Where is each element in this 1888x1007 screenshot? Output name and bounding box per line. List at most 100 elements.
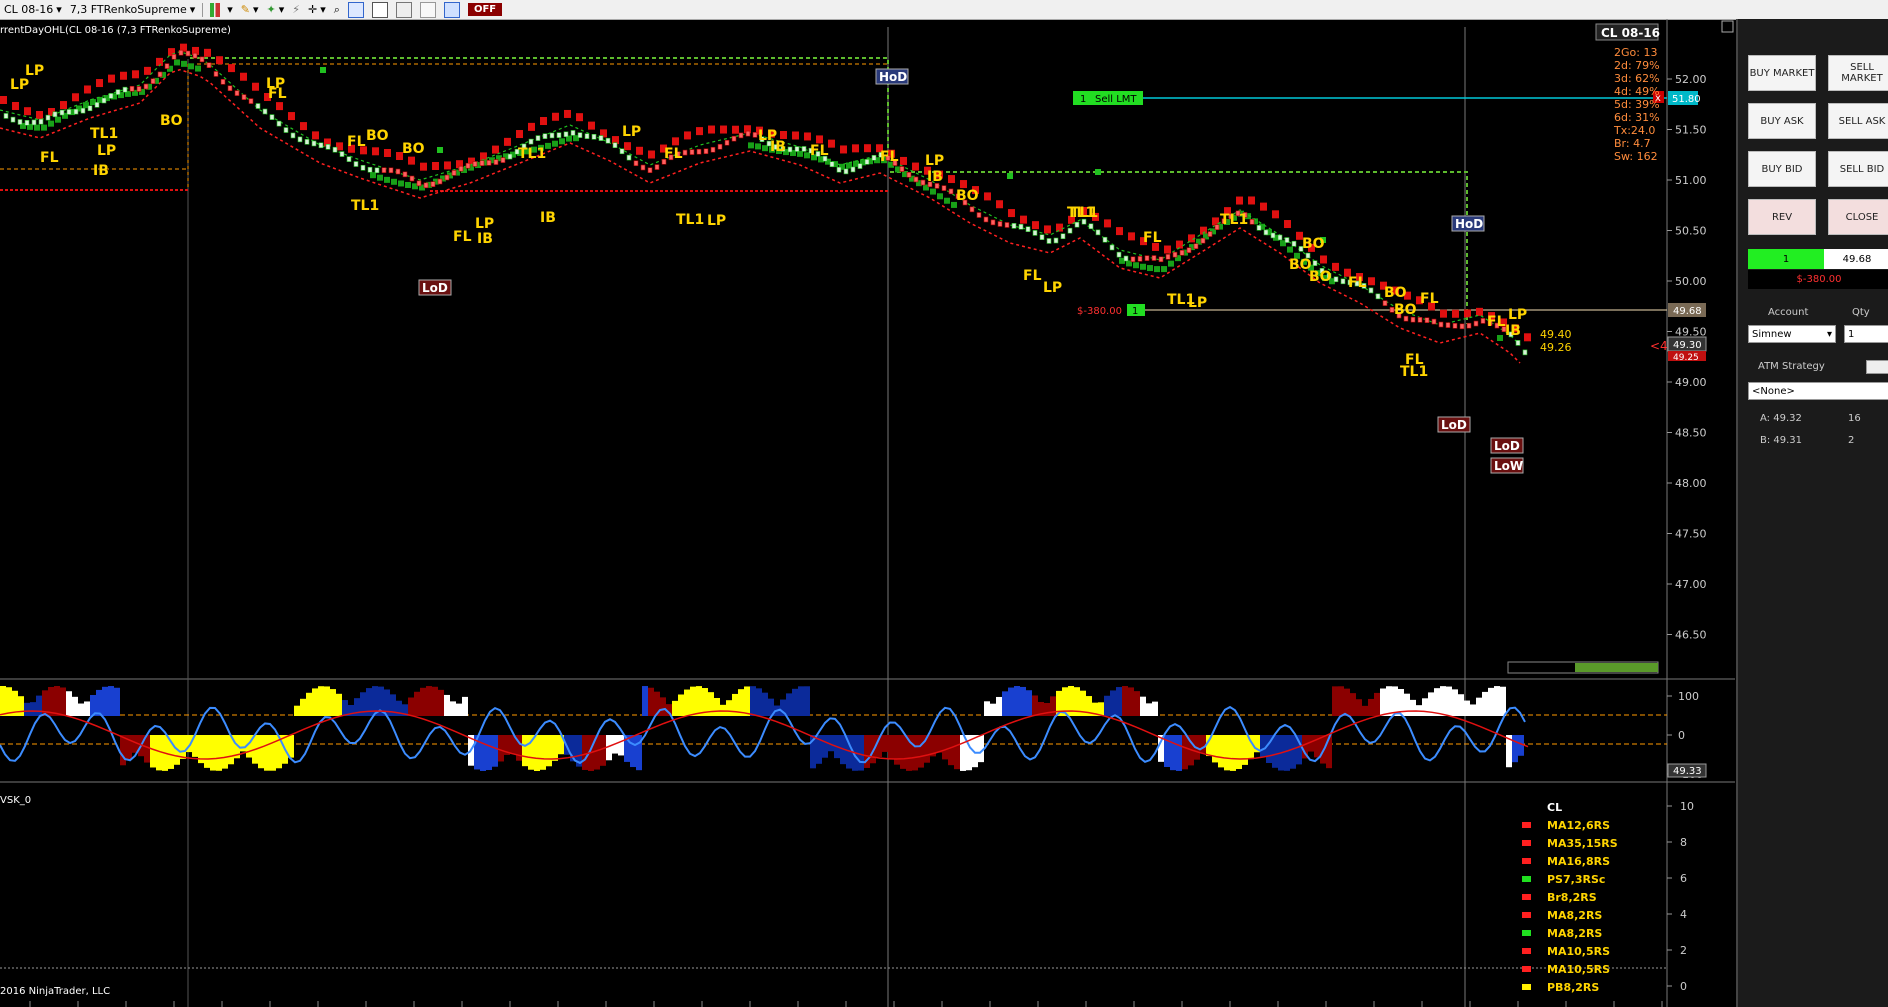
legend-swatch xyxy=(1522,894,1531,900)
copy-button[interactable] xyxy=(416,0,440,19)
osc-bar xyxy=(1494,686,1500,716)
indicator-button[interactable]: ✦ ▾ xyxy=(263,0,289,19)
osc-bar xyxy=(1140,696,1146,716)
osc-bar xyxy=(114,687,120,716)
osc-bar xyxy=(1116,687,1122,716)
ribbon-segment xyxy=(1464,309,1471,318)
ribbon-segment xyxy=(948,175,955,184)
osc-bar xyxy=(306,692,312,716)
ribbon-segment xyxy=(1116,227,1123,236)
strategy-button[interactable]: ⚡ xyxy=(288,0,304,19)
renko-brick xyxy=(1522,349,1528,356)
signal-label: BO xyxy=(160,113,183,129)
fullscreen-icon[interactable] xyxy=(1721,20,1734,33)
renko-brick xyxy=(836,166,842,173)
osc-bar xyxy=(540,735,546,770)
osc-bar xyxy=(1002,691,1008,716)
data-box-button[interactable] xyxy=(368,0,392,19)
global-simulation-toggle[interactable]: OFF xyxy=(464,0,506,19)
renko-brick xyxy=(458,165,464,172)
template-button[interactable] xyxy=(392,0,416,19)
osc-bar xyxy=(78,703,84,716)
ribbon-segment xyxy=(228,64,235,73)
qty-stepper[interactable]: 1 xyxy=(1844,325,1888,343)
renko-brick xyxy=(94,102,100,108)
renko-brick xyxy=(1074,221,1080,228)
osc-bar xyxy=(204,735,210,768)
osc-bar xyxy=(498,735,504,762)
buy-ask-button[interactable]: BUY ASK xyxy=(1748,103,1816,139)
off-badge: OFF xyxy=(467,3,503,16)
order-entry-toggle[interactable] xyxy=(440,0,464,19)
renko-brick xyxy=(1438,321,1444,328)
low-marker: LoW xyxy=(1490,457,1524,474)
renko-brick xyxy=(1109,244,1115,251)
legend-swatch xyxy=(1522,840,1531,846)
renko-brick xyxy=(353,161,359,167)
ribbon-segment xyxy=(1133,262,1139,269)
signal-label: FL xyxy=(810,143,829,159)
instrument-selector[interactable]: CL 08-16 ▾ xyxy=(0,0,66,19)
renko-brick xyxy=(59,109,65,116)
osc-tick-label: 0 xyxy=(1678,729,1685,742)
osc-bar xyxy=(1044,702,1050,716)
buy-bid-button[interactable]: BUY BID xyxy=(1748,151,1816,187)
sell-bid-button[interactable]: SELL BID xyxy=(1828,151,1888,187)
instrument-badge-text: CL 08-16 xyxy=(1601,26,1660,40)
hod-marker: HoD xyxy=(875,68,909,85)
ribbon-segment xyxy=(732,125,739,134)
reverse-button[interactable]: REV xyxy=(1748,199,1816,235)
osc-bar xyxy=(1218,735,1224,768)
osc-bar xyxy=(918,735,924,768)
ribbon-segment xyxy=(1497,335,1503,342)
signal-label: FL xyxy=(1348,275,1367,291)
signal-label: BO xyxy=(1384,285,1407,301)
osc-bar xyxy=(222,735,228,769)
sell-bid-label: SELL BID xyxy=(1839,163,1885,175)
osc-bar xyxy=(786,693,792,716)
osc-bar xyxy=(24,702,30,716)
legend-item: MA12,6RS xyxy=(1547,819,1610,832)
ask-price: A: 49.32 xyxy=(1760,413,1802,424)
renko-brick xyxy=(556,132,562,138)
pencil-icon: ✎ xyxy=(240,3,251,16)
atm-properties-button[interactable] xyxy=(1866,360,1888,374)
ribbon-segment xyxy=(195,65,201,72)
osc-bar xyxy=(1284,735,1290,771)
osc-bar xyxy=(270,735,276,771)
chart-style-button[interactable]: ▾ xyxy=(206,0,237,19)
price-tick-label: 51.50 xyxy=(1675,124,1707,137)
renko-brick xyxy=(1158,256,1164,263)
buy-market-button[interactable]: BUY MARKET xyxy=(1748,55,1816,91)
chart-canvas[interactable]: rrentDayOHL(CL 08-16 (7,3 FTRenkoSupreme… xyxy=(0,19,1735,1007)
lower-tick-label: 10 xyxy=(1680,800,1694,813)
atm-strategy-select[interactable]: <None> xyxy=(1748,382,1888,400)
osc-bar xyxy=(762,692,768,716)
ribbon-segment xyxy=(1272,210,1279,219)
osc-bar xyxy=(1356,699,1362,716)
chevron-down-icon: ▾ xyxy=(56,3,62,16)
renko-brick xyxy=(612,142,618,149)
sell-ask-button[interactable]: SELL ASK xyxy=(1828,103,1888,139)
drawing-tool-button[interactable]: ✎ ▾ xyxy=(237,0,263,19)
close-position-button[interactable]: CLOSE xyxy=(1828,199,1888,235)
renko-brick xyxy=(696,148,702,155)
renko-brick xyxy=(1284,237,1290,243)
ribbon-segment xyxy=(552,112,559,121)
bar-type-selector[interactable]: 7,3 FTRenkoSupreme ▾ xyxy=(66,0,199,19)
renko-brick xyxy=(346,156,352,162)
legend-item: MA10,5RS xyxy=(1547,963,1610,976)
position-qty-box: 1 xyxy=(1748,249,1824,269)
position-price-text: 49.68 xyxy=(1842,253,1872,265)
osc-bar xyxy=(54,686,60,716)
order-label: Sell LMT xyxy=(1095,94,1137,105)
properties-button[interactable] xyxy=(344,0,368,19)
crosshair-button[interactable]: ✛ ▾ xyxy=(304,0,330,19)
renko-bricks xyxy=(3,49,1528,356)
sell-market-button[interactable]: SELL MARKET xyxy=(1828,55,1888,91)
account-select[interactable]: Simnew ▾ xyxy=(1748,325,1836,343)
renko-brick xyxy=(269,114,275,120)
data-box-icon xyxy=(371,1,388,18)
renko-brick xyxy=(1046,238,1052,244)
zoom-button[interactable]: ⌕ xyxy=(330,0,344,19)
